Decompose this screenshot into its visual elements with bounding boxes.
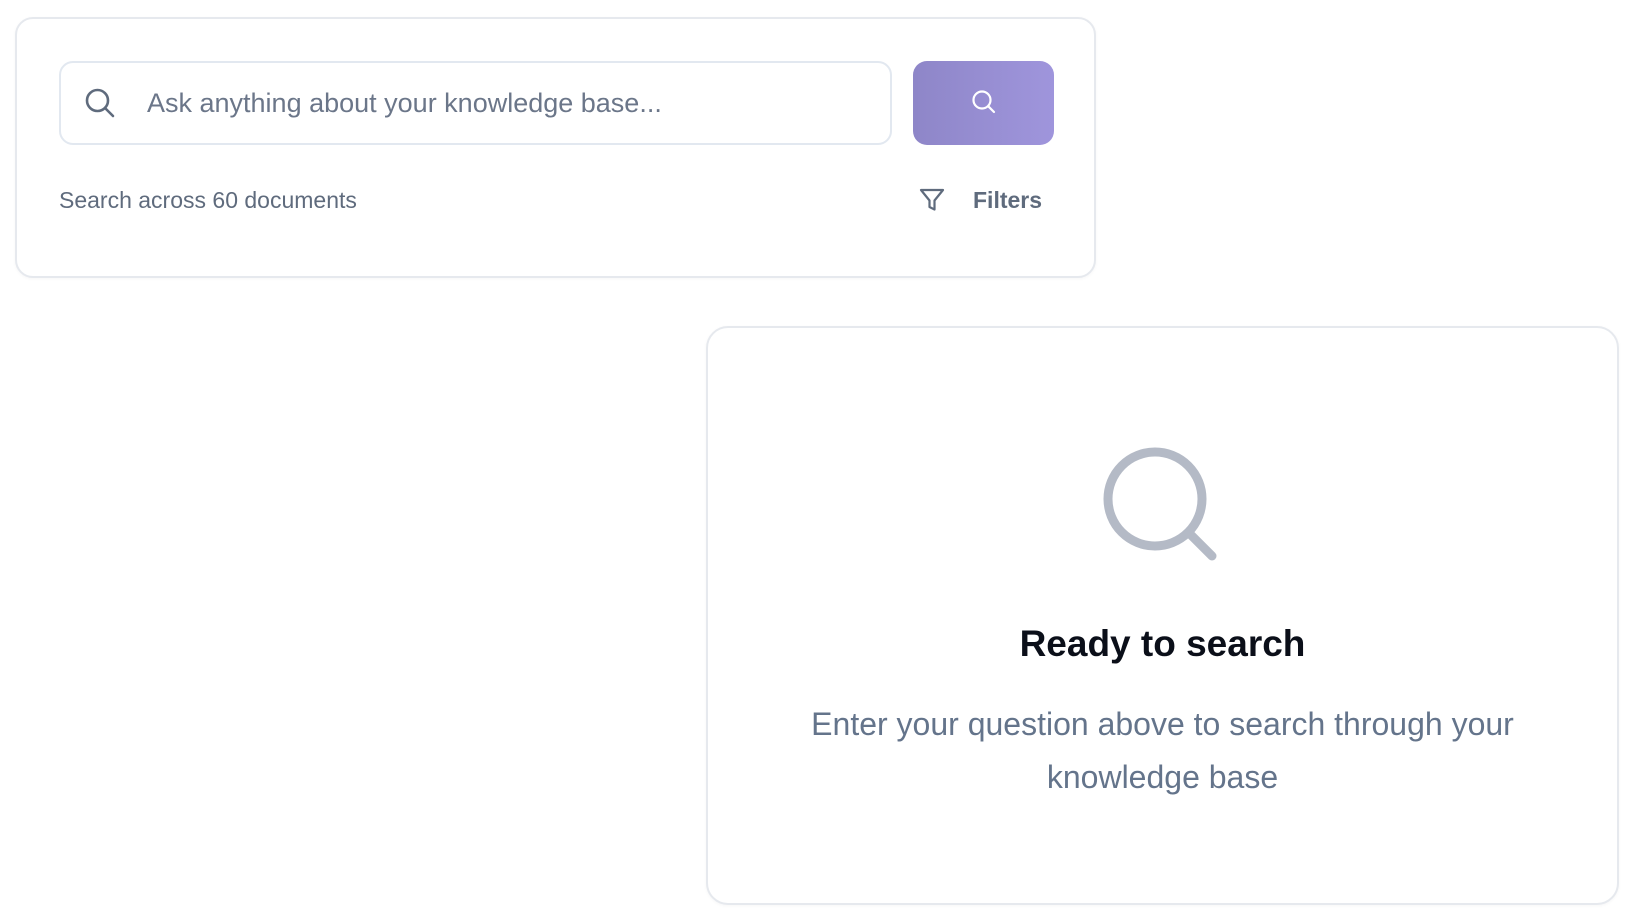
document-count-text: Search across 60 documents [59, 187, 357, 213]
filters-button[interactable]: Filters [909, 179, 1050, 221]
search-input-container[interactable] [59, 61, 892, 145]
search-icon [83, 86, 117, 120]
empty-state-title: Ready to search [1019, 623, 1306, 664]
search-panel: Search across 60 documents Filters [15, 17, 1096, 278]
empty-state-panel: Ready to search Enter your question abov… [706, 326, 1619, 905]
empty-state-description: Enter your question above to search thro… [811, 706, 1514, 795]
search-submit-button[interactable] [913, 61, 1054, 145]
filters-label: Filters [973, 186, 1043, 213]
search-icon [1100, 444, 1224, 568]
filter-funnel-icon [917, 185, 947, 215]
search-icon [971, 89, 997, 118]
search-input[interactable] [147, 63, 890, 143]
